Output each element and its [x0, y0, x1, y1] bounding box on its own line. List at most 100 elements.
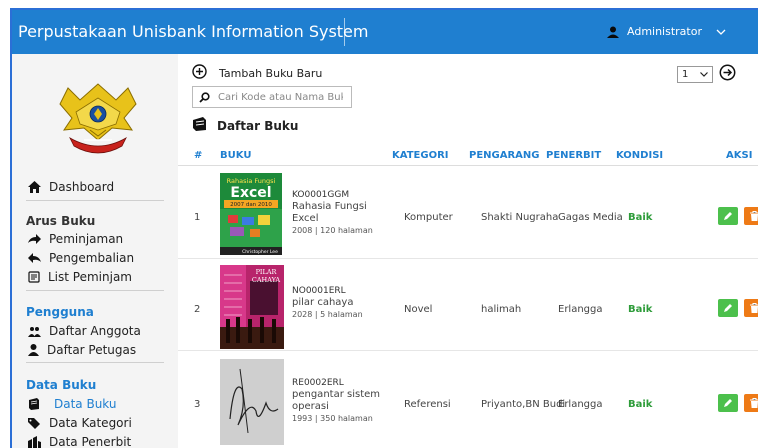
- row-number: 3: [194, 399, 201, 410]
- search-input[interactable]: [218, 91, 343, 103]
- col-header-num: #: [194, 150, 203, 161]
- user-menu[interactable]: Administrator: [607, 25, 726, 38]
- pencil-icon: [724, 304, 732, 312]
- go-arrow-icon[interactable]: [719, 64, 736, 85]
- sidebar-item-data-kategori[interactable]: Data Kategori: [28, 416, 132, 430]
- sidebar-item-daftar-petugas[interactable]: Daftar Petugas: [28, 343, 136, 357]
- book-code: NO0001ERL: [292, 286, 346, 296]
- pencil-icon: [724, 399, 732, 407]
- col-header-kategori: KATEGORI: [392, 150, 449, 161]
- pencil-icon: [724, 212, 732, 220]
- book-code: KO0001GGM: [292, 190, 350, 200]
- edit-button[interactable]: [718, 394, 738, 412]
- add-book-label: Tambah Buku Baru: [219, 66, 323, 80]
- pagination: 1: [677, 64, 736, 85]
- sidebar-item-label: Pengembalian: [49, 251, 135, 265]
- search-icon: [199, 88, 210, 107]
- search-box: [192, 86, 352, 108]
- col-header-pengarang: PENGARANG: [469, 150, 540, 161]
- sidebar-item-data-buku[interactable]: Data Buku: [28, 397, 117, 411]
- sidebar-item-daftar-anggota[interactable]: Daftar Anggota: [28, 324, 141, 338]
- section-title-data-buku: Data Buku: [26, 378, 97, 392]
- cover-line3: 2007 dan 2010: [230, 202, 272, 208]
- table-header: # BUKU KATEGORI PENGARANG PENERBIT KONDI…: [178, 148, 758, 166]
- trash-icon: [749, 303, 758, 313]
- sidebar-item-label: Data Kategori: [49, 416, 132, 430]
- user-icon: [28, 344, 39, 356]
- col-header-aksi: AKSI: [726, 150, 753, 161]
- book-kategori: Komputer: [404, 212, 453, 223]
- table-row: 3 RE0002ERL pengantar sistem operasi 199…: [178, 351, 758, 448]
- top-bar: Perpustakaan Unisbank Information System…: [12, 10, 758, 54]
- book-icon: [192, 117, 207, 134]
- book-code: RE0002ERL: [292, 378, 344, 388]
- cover-line1: PILAR: [256, 268, 278, 276]
- trash-icon: [749, 398, 758, 408]
- table-row: 1 Rahasia Fungsi Excel 2007 dan 2010 Chr…: [178, 167, 758, 259]
- chevron-down-icon: [700, 69, 708, 80]
- chevron-down-icon: [716, 29, 726, 35]
- book-kondisi: Baik: [628, 304, 653, 315]
- delete-button[interactable]: [744, 394, 758, 412]
- users-icon: [28, 326, 41, 337]
- app-window: Perpustakaan Unisbank Information System…: [10, 8, 758, 448]
- sidebar-divider: [26, 290, 164, 291]
- add-book-button[interactable]: Tambah Buku Baru: [192, 64, 322, 82]
- sidebar-item-label: Dashboard: [49, 180, 115, 194]
- book-meta: 2008 | 120 halaman: [292, 226, 373, 235]
- book-kategori: Referensi: [404, 399, 451, 410]
- row-number: 1: [194, 212, 201, 223]
- arrow-right-icon: [28, 234, 41, 244]
- book-kondisi: Baik: [628, 212, 653, 223]
- cover-line2: Excel: [230, 185, 271, 201]
- sidebar-item-data-penerbit[interactable]: Data Penerbit: [28, 435, 131, 448]
- book-info: KO0001GGM Rahasia Fungsi Excel 2008 | 12…: [292, 189, 388, 237]
- page-select[interactable]: 1: [677, 66, 713, 83]
- header-divider: [344, 18, 345, 46]
- sidebar-item-list-peminjam[interactable]: List Peminjam: [28, 270, 132, 284]
- tags-icon: [28, 417, 41, 429]
- book-pengarang: halimah: [481, 304, 522, 315]
- app-title[interactable]: Perpustakaan Unisbank Information System: [18, 22, 368, 41]
- cover-author: Christopher Lee: [242, 249, 278, 255]
- book-cover: [220, 359, 284, 448]
- edit-button[interactable]: [718, 299, 738, 317]
- sidebar-item-label: Data Penerbit: [49, 435, 132, 448]
- main-content: Tambah Buku Baru Daftar Buku 1: [178, 54, 758, 448]
- section-title-pengguna: Pengguna: [26, 305, 94, 319]
- book-meta: 2028 | 5 halaman: [292, 310, 363, 319]
- user-name: Administrator: [627, 25, 702, 38]
- book-kategori: Novel: [404, 304, 433, 315]
- sidebar-item-label: Daftar Petugas: [47, 343, 137, 357]
- book-title: pilar cahaya: [292, 297, 354, 308]
- user-icon: [607, 26, 619, 38]
- delete-button[interactable]: [744, 207, 758, 225]
- edit-button[interactable]: [718, 207, 738, 225]
- book-info: NO0001ERL pilar cahaya 2028 | 5 halaman: [292, 285, 388, 321]
- home-icon: [28, 181, 41, 193]
- book-icon: [28, 398, 40, 410]
- list-icon: [28, 271, 40, 283]
- sidebar-item-label: List Peminjam: [48, 270, 132, 284]
- book-cover: PILAR CAHAYA: [220, 265, 284, 352]
- sidebar-item-dashboard[interactable]: Dashboard: [28, 180, 114, 194]
- trash-icon: [749, 211, 758, 221]
- sidebar-item-label: Peminjaman: [49, 232, 124, 246]
- sidebar-item-label: Data Buku: [54, 397, 117, 411]
- col-header-buku: BUKU: [220, 150, 252, 161]
- plus-circle-icon: [192, 64, 207, 82]
- section-title-arus-buku: Arus Buku: [26, 214, 96, 228]
- book-title: pengantar sistem operasi: [292, 389, 381, 412]
- page-select-value: 1: [682, 69, 689, 80]
- cover-line2: CAHAYA: [252, 276, 281, 284]
- cover-line1: Rahasia Fungsi: [227, 177, 276, 185]
- sidebar-item-peminjaman[interactable]: Peminjaman: [28, 232, 123, 246]
- book-meta: 1993 | 350 halaman: [292, 414, 373, 423]
- book-pengarang: Priyanto,BN Budi: [481, 399, 566, 410]
- sidebar-divider: [26, 200, 164, 201]
- delete-button[interactable]: [744, 299, 758, 317]
- col-header-kondisi: KONDISI: [616, 150, 664, 161]
- book-penerbit: Gagas Media: [558, 212, 623, 223]
- sidebar-item-pengembalian[interactable]: Pengembalian: [28, 251, 134, 265]
- col-header-penerbit: PENERBIT: [546, 150, 602, 161]
